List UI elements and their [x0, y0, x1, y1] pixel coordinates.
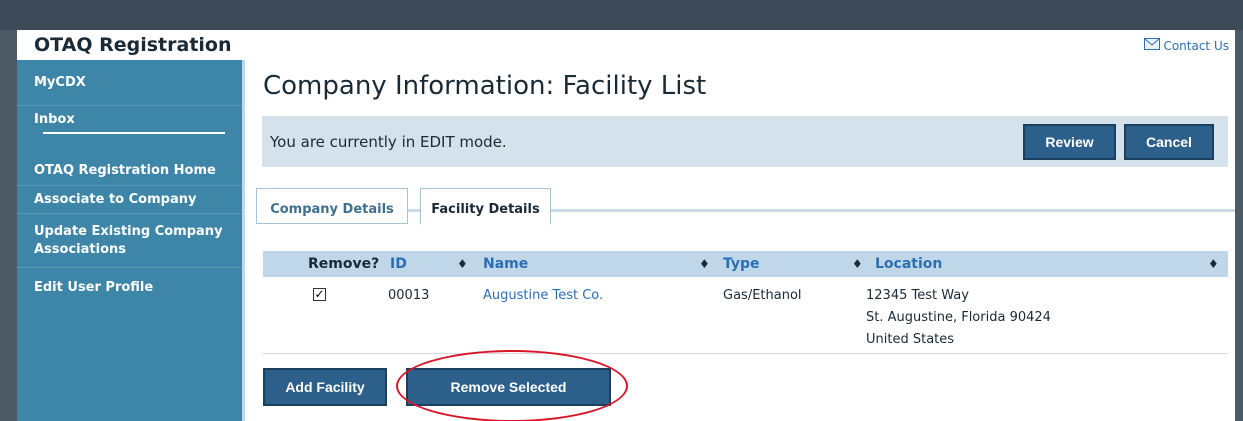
sort-type-icon[interactable]: ♦	[852, 251, 863, 277]
app-title: OTAQ Registration	[17, 30, 245, 60]
sidebar-item-registration-home[interactable]: OTAQ Registration Home	[17, 156, 242, 186]
envelope-icon	[1144, 38, 1161, 53]
right-frame	[1235, 30, 1243, 421]
sort-location-icon[interactable]: ♦	[1208, 251, 1219, 277]
cell-id: 00013	[388, 288, 430, 303]
top-bar	[0, 0, 1243, 30]
col-remove: Remove?	[308, 256, 380, 272]
mode-text: You are currently in EDIT mode.	[270, 133, 507, 151]
page-title: Company Information: Facility List	[263, 71, 707, 101]
col-location[interactable]: Location	[875, 251, 942, 277]
cell-location-line1: 12345 Test Way	[866, 288, 969, 303]
contact-us-link[interactable]: Contact Us	[1144, 38, 1229, 53]
cell-type: Gas/Ethanol	[723, 288, 802, 303]
sidebar-item-mycdx[interactable]: MyCDX	[17, 60, 242, 106]
add-facility-button[interactable]: Add Facility	[263, 368, 387, 406]
col-name[interactable]: Name	[483, 251, 528, 277]
tab-company-details[interactable]: Company Details	[256, 188, 408, 224]
left-frame	[0, 30, 17, 421]
sort-name-icon[interactable]: ♦	[699, 251, 710, 277]
cancel-button[interactable]: Cancel	[1124, 124, 1214, 160]
table-header: Remove? ID ♦ Name ♦ Type ♦ Location ♦	[263, 251, 1228, 277]
remove-checkbox[interactable]: ✓	[313, 288, 326, 301]
contact-us-label: Contact Us	[1163, 38, 1229, 53]
review-button[interactable]: Review	[1023, 124, 1116, 160]
cell-location-line3: United States	[866, 332, 955, 347]
col-type[interactable]: Type	[723, 251, 760, 277]
remove-selected-button[interactable]: Remove Selected	[406, 368, 611, 406]
sort-id-icon[interactable]: ♦	[457, 251, 468, 277]
cell-location-line2: St. Augustine, Florida 90424	[866, 310, 1051, 325]
sidebar-item-associate[interactable]: Associate to Company	[17, 186, 242, 214]
cell-name[interactable]: Augustine Test Co.	[483, 288, 603, 303]
sidebar-item-inbox[interactable]: Inbox	[17, 106, 242, 132]
sidebar-item-update-associations[interactable]: Update Existing Company Associations	[17, 214, 242, 268]
sidebar: MyCDX Inbox OTAQ Registration Home Assoc…	[17, 60, 245, 421]
tab-facility-details[interactable]: Facility Details	[420, 188, 551, 225]
sidebar-item-edit-profile[interactable]: Edit User Profile	[17, 268, 242, 306]
row-divider	[263, 353, 1228, 354]
col-id[interactable]: ID	[390, 251, 407, 277]
